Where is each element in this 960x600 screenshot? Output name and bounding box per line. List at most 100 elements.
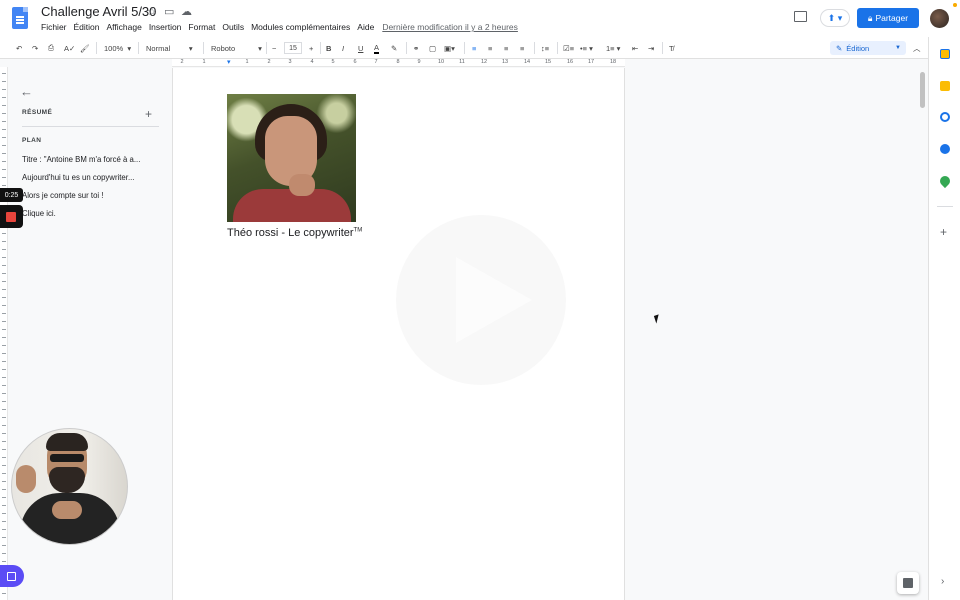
- menu-affichage[interactable]: Affichage: [107, 22, 142, 32]
- align-justify-icon[interactable]: ≡: [520, 42, 524, 54]
- text-color-icon[interactable]: A: [374, 42, 380, 54]
- camera-toggle-button[interactable]: [0, 565, 24, 587]
- last-modified-link[interactable]: Dernière modification il y a 2 heures: [382, 22, 518, 32]
- outline-item[interactable]: Clique ici.: [22, 209, 162, 218]
- ruler-number: 6: [353, 59, 357, 65]
- ruler-tick: [2, 441, 6, 442]
- bulleted-list-icon[interactable]: •≡ ▾: [580, 42, 593, 54]
- menu-format[interactable]: Format: [188, 22, 215, 32]
- indent-marker-icon[interactable]: ▾: [227, 59, 231, 66]
- maps-icon[interactable]: [937, 173, 953, 189]
- ruler-tick: [2, 305, 6, 306]
- outline-item[interactable]: Titre : "Antoine BM m'a forcé à a...: [22, 155, 162, 164]
- ruler-tick: [2, 537, 6, 538]
- font-size-input[interactable]: 15: [284, 42, 302, 54]
- collapse-menus-icon[interactable]: ︿: [913, 42, 921, 54]
- get-addons-icon[interactable]: +: [940, 225, 947, 239]
- caption-text: Théo rossi - Le copywriter: [227, 227, 354, 239]
- document-title[interactable]: Challenge Avril 5/30: [41, 4, 156, 19]
- cloud-status-icon[interactable]: ☁: [181, 5, 192, 18]
- calendar-icon[interactable]: [940, 49, 950, 59]
- editing-mode-label: Édition: [846, 43, 870, 53]
- document-page[interactable]: Théo rossi - Le copywriterTM: [172, 68, 625, 600]
- ruler-tick: [2, 137, 6, 138]
- ruler-number: 13: [501, 59, 509, 65]
- keep-icon[interactable]: [940, 81, 950, 91]
- star-icon[interactable]: ☆: [147, 5, 157, 18]
- vertical-scrollbar[interactable]: [920, 72, 925, 108]
- notification-dot: [953, 3, 957, 7]
- bold-icon[interactable]: B: [326, 42, 331, 54]
- ruler-tick: [2, 513, 6, 514]
- photo-caption[interactable]: Théo rossi - Le copywriterTM: [227, 227, 362, 239]
- decrease-font-size-icon[interactable]: −: [272, 42, 276, 54]
- italic-icon[interactable]: I: [342, 42, 344, 54]
- ruler-number: 11: [459, 59, 465, 65]
- recording-timer: 0:25: [0, 188, 23, 202]
- highlight-icon[interactable]: ✎: [391, 42, 397, 54]
- font-select[interactable]: Roboto ▾: [211, 42, 262, 54]
- summary-heading: RÉSUMÉ: [22, 109, 53, 116]
- ruler-tick: [2, 401, 6, 402]
- google-docs-logo-icon[interactable]: [12, 7, 28, 29]
- style-select[interactable]: Normal ▾: [146, 42, 193, 54]
- editing-mode-select[interactable]: ✎ Édition ▼: [830, 41, 906, 55]
- comment-history-icon[interactable]: [794, 11, 807, 22]
- ruler-tick: [2, 129, 6, 130]
- zoom-select[interactable]: 100% ▾: [104, 42, 131, 54]
- user-avatar[interactable]: [930, 9, 949, 28]
- move-folder-icon[interactable]: ▭: [164, 5, 174, 18]
- redo-icon[interactable]: ↷: [32, 42, 38, 54]
- undo-icon[interactable]: ↶: [16, 42, 22, 54]
- checklist-icon[interactable]: ☑≡: [563, 42, 574, 54]
- menu-insertion[interactable]: Insertion: [149, 22, 182, 32]
- insert-comment-icon[interactable]: ▢: [429, 42, 436, 54]
- align-center-icon[interactable]: ≡: [488, 42, 492, 54]
- line-spacing-icon[interactable]: ↕≡: [541, 42, 549, 54]
- ruler-tick: [2, 145, 6, 146]
- outline-item[interactable]: Aujourd'hui tu es un copywriter...: [22, 173, 162, 182]
- increase-indent-icon[interactable]: ⇥: [648, 42, 654, 54]
- ruler-number: 10: [437, 59, 445, 65]
- underline-icon[interactable]: U: [358, 42, 363, 54]
- ruler-number: 2: [267, 59, 271, 65]
- clear-formatting-icon[interactable]: T̸: [669, 42, 674, 54]
- tasks-icon[interactable]: [940, 112, 950, 122]
- webcam-bubble[interactable]: [11, 428, 128, 545]
- align-right-icon[interactable]: ≡: [504, 42, 508, 54]
- menu-fichier[interactable]: Fichier: [41, 22, 67, 32]
- menu-aide[interactable]: Aide: [357, 22, 374, 32]
- portrait-photo[interactable]: [227, 94, 356, 222]
- print-icon[interactable]: ⎙: [48, 42, 54, 54]
- ruler-tick: [2, 321, 6, 322]
- menu-edition[interactable]: Édition: [74, 22, 100, 32]
- link-icon[interactable]: ⚭: [413, 42, 419, 54]
- insert-image-icon[interactable]: ▣▾: [444, 42, 455, 54]
- ruler-tick: [2, 377, 6, 378]
- horizontal-ruler[interactable]: ▾ 2 1 1 2 3 4 5 6 7 8 9 10 11 12 13 14 1…: [172, 59, 625, 67]
- contacts-icon[interactable]: [940, 144, 950, 154]
- align-left-icon[interactable]: ≡: [472, 42, 476, 54]
- chevron-right-icon[interactable]: ›: [941, 576, 944, 587]
- ruler-tick: [2, 113, 6, 114]
- ruler-number: 2: [180, 59, 184, 65]
- ruler-tick: [2, 497, 6, 498]
- explore-button[interactable]: [897, 572, 919, 594]
- toolbar-divider: [464, 42, 465, 54]
- menu-outils[interactable]: Outils: [222, 22, 244, 32]
- outline-item[interactable]: Alors je compte sur toi !: [22, 191, 162, 200]
- add-summary-icon[interactable]: +: [145, 107, 152, 121]
- spellcheck-icon[interactable]: A✓: [64, 42, 75, 54]
- menu-modules[interactable]: Modules complémentaires: [251, 22, 350, 32]
- stop-recording-button[interactable]: [0, 205, 23, 228]
- numbered-list-icon[interactable]: 1≡ ▾: [606, 42, 620, 54]
- paint-format-icon[interactable]: 🖌︎: [80, 42, 90, 54]
- vertical-ruler[interactable]: [0, 67, 8, 600]
- present-button[interactable]: ⬆ ▾: [820, 9, 850, 27]
- toolbar-divider: [557, 42, 558, 54]
- decrease-indent-icon[interactable]: ⇤: [632, 42, 638, 54]
- back-arrow-icon[interactable]: ←: [20, 84, 33, 99]
- share-button[interactable]: 🔒︎ Partager: [857, 8, 919, 28]
- increase-font-size-icon[interactable]: +: [309, 42, 313, 54]
- ruler-tick: [2, 353, 6, 354]
